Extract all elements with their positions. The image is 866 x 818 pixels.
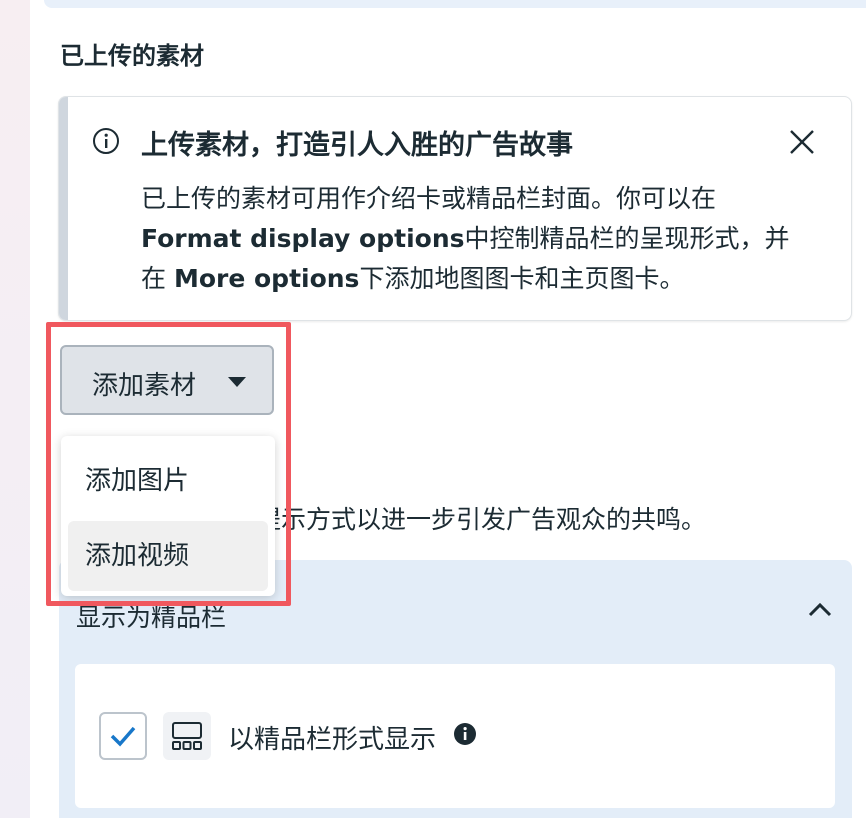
notice-accent-bar bbox=[59, 97, 68, 320]
collection-title: 显示为精品栏 bbox=[76, 603, 227, 632]
notice-title: 上传素材，打造引人入胜的广告故事 bbox=[141, 130, 573, 161]
notice-line-3: 在 More options下添加地图图卡和主页图卡。 bbox=[141, 259, 821, 299]
section-title: 已上传的素材 bbox=[60, 42, 204, 70]
checkmark-icon bbox=[110, 726, 136, 747]
add-media-label: 添加素材 bbox=[92, 371, 197, 401]
page-background-strip bbox=[0, 0, 30, 818]
notice-line-3-pre: 在 bbox=[141, 264, 174, 293]
caret-down-icon bbox=[228, 377, 246, 387]
notice-line-1: 已上传的素材可用作介绍卡或精品栏封面。你可以在 bbox=[141, 184, 717, 213]
add-media-button[interactable]: 添加素材 bbox=[60, 345, 274, 415]
notice-line-3-rest: 下添加地图图卡和主页图卡。 bbox=[359, 264, 685, 293]
notice-line-2: Format display options中控制精品栏的呈现形式，并 bbox=[141, 219, 821, 259]
add-image-option[interactable]: 添加图片 bbox=[68, 446, 268, 516]
top-banner bbox=[44, 0, 866, 8]
add-video-option[interactable]: 添加视频 bbox=[68, 521, 268, 591]
collection-panel: 显示为精品栏 以精品栏形式显示 bbox=[59, 560, 852, 818]
notice-body: 已上传的素材可用作介绍卡或精品栏封面。你可以在 Format display o… bbox=[141, 179, 821, 299]
collection-option-label: 以精品栏形式显示 bbox=[228, 725, 437, 755]
collection-option-card: 以精品栏形式显示 bbox=[75, 664, 835, 808]
info-icon bbox=[93, 128, 119, 154]
collection-layout-icon bbox=[163, 712, 211, 760]
format-display-options-text: Format display options bbox=[141, 224, 465, 253]
notice-line-2-rest: 中控制精品栏的呈现形式，并 bbox=[464, 224, 790, 253]
info-solid-icon[interactable] bbox=[453, 722, 477, 746]
collection-checkbox[interactable] bbox=[99, 712, 147, 760]
chevron-up-icon[interactable] bbox=[807, 600, 833, 620]
close-icon[interactable] bbox=[787, 127, 817, 157]
more-options-text: More options bbox=[173, 264, 360, 293]
add-media-dropdown: 添加图片 添加视频 bbox=[61, 436, 275, 596]
info-notice: 上传素材，打造引人入胜的广告故事 已上传的素材可用作介绍卡或精品栏封面。你可以在… bbox=[58, 96, 852, 321]
collection-description-text: 提示方式以进一步引发广告观众的共鸣。 bbox=[256, 505, 707, 534]
